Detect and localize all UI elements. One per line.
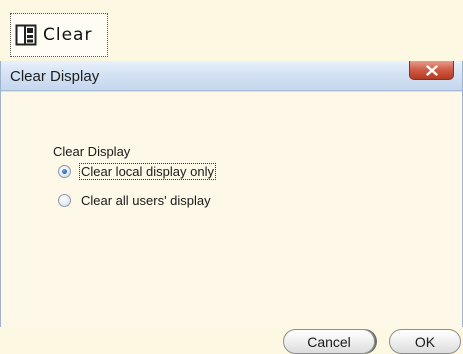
clear-display-icon: [15, 24, 37, 46]
dialog-title: Clear Display: [10, 68, 100, 85]
radio-label-clear-local[interactable]: Clear local display only: [79, 163, 216, 180]
cancel-button[interactable]: Cancel: [283, 329, 375, 354]
radio-clear-all[interactable]: Clear all users' display: [58, 192, 213, 209]
ok-button[interactable]: OK: [389, 329, 461, 354]
radio-button-unselected[interactable]: [58, 194, 71, 207]
radio-label-clear-all[interactable]: Clear all users' display: [79, 192, 213, 209]
close-button[interactable]: [409, 61, 454, 80]
group-label: Clear Display: [53, 144, 131, 159]
clear-button-label: Clear: [43, 25, 93, 45]
dialog-content: Clear Display Clear local display only C…: [1, 91, 462, 354]
clear-toolbar-button[interactable]: Clear: [10, 13, 108, 57]
radio-clear-local[interactable]: Clear local display only: [58, 163, 216, 180]
clear-display-dialog: Clear Display Clear Display Clear local …: [0, 61, 463, 354]
radio-button-selected[interactable]: [58, 165, 71, 178]
dialog-titlebar[interactable]: Clear Display: [1, 61, 462, 91]
close-icon: [425, 61, 438, 80]
